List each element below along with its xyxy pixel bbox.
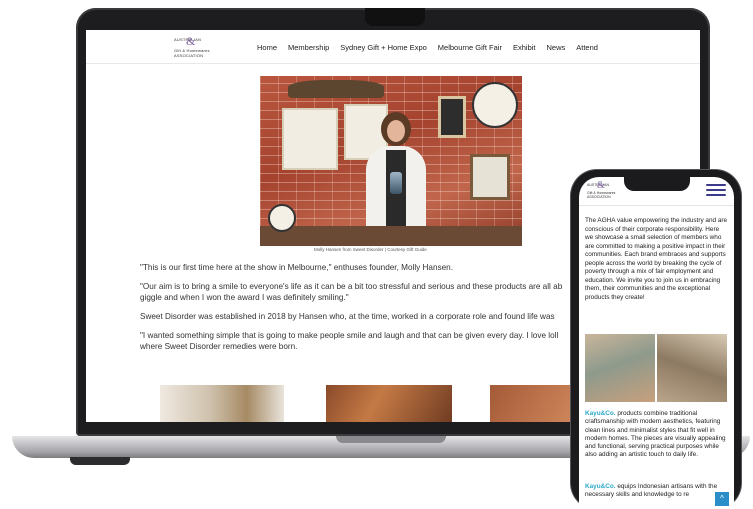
person-face xyxy=(387,120,405,142)
site-header: AUSTRALIAN & Gift & Homewares ASSOCIATIO… xyxy=(86,30,700,64)
nav-membership[interactable]: Membership xyxy=(288,43,329,52)
logo-ampersand: & xyxy=(186,34,196,48)
hero-photo xyxy=(260,76,522,246)
brand-link[interactable]: Kayu&Co. xyxy=(585,483,616,490)
laptop-base-notch xyxy=(336,436,446,443)
brand-badge xyxy=(472,82,518,128)
site-logo[interactable]: AUSTRALIAN & Gift & Homewares ASSOCIATIO… xyxy=(174,34,226,58)
nav-melbourne-fair[interactable]: Melbourne Gift Fair xyxy=(438,43,502,52)
gallery-image-1[interactable] xyxy=(160,385,284,422)
wooden-sign xyxy=(288,80,384,98)
laptop-camera-notch xyxy=(365,8,425,26)
artisan-photo-left xyxy=(585,334,655,402)
phone-paragraph-2: Kayu&Co. equips Indonesian artisans with… xyxy=(585,483,729,500)
nav-home[interactable]: Home xyxy=(257,43,277,52)
phone-intro-text: The AGHA value empowering the industry a… xyxy=(585,217,728,301)
gallery-image-2[interactable] xyxy=(326,385,452,422)
nav-sydney-expo[interactable]: Sydney Gift + Home Expo xyxy=(340,43,427,52)
hero-caption: Molly Hansen from Sweet Disorder | Court… xyxy=(314,247,427,252)
nav-exhibit[interactable]: Exhibit xyxy=(513,43,536,52)
phone-artisan-photo xyxy=(585,334,727,402)
main-nav: Home Membership Sydney Gift + Home Expo … xyxy=(257,43,609,52)
phone-paragraph-1: Kayu&Co. products combine traditional cr… xyxy=(585,410,729,460)
product-display-1 xyxy=(282,108,338,170)
nav-news[interactable]: News xyxy=(547,43,566,52)
header-divider xyxy=(579,205,734,206)
paragraph-text: products combine traditional craftsmansh… xyxy=(585,410,726,459)
phone-screen: AUSTRALIAN & Gift & Homewares ASSOCIATIO… xyxy=(579,177,734,509)
phone-site-logo[interactable]: AUSTRALIAN & Gift & Homewares ASSOCIATIO… xyxy=(587,180,615,200)
wall-frame-1 xyxy=(438,96,466,138)
logo-line-3: ASSOCIATION xyxy=(587,195,611,199)
display-table xyxy=(260,226,522,246)
hamburger-menu-icon[interactable] xyxy=(706,184,726,196)
brand-link[interactable]: Kayu&Co. xyxy=(585,410,616,417)
artisan-photo-right xyxy=(657,334,727,402)
logo-line-3: ASSOCIATION xyxy=(174,53,204,58)
small-round-sign xyxy=(268,204,296,232)
nav-attend[interactable]: Attend xyxy=(576,43,598,52)
scroll-to-top-button[interactable]: ^ xyxy=(715,492,729,506)
phone-notch xyxy=(624,177,690,191)
wall-frame-2 xyxy=(470,154,510,200)
logo-line-1: AUSTRALIAN xyxy=(174,37,202,42)
logo-ampersand: & xyxy=(597,180,605,191)
laptop-foot xyxy=(70,457,130,465)
award-trophy xyxy=(390,172,402,194)
